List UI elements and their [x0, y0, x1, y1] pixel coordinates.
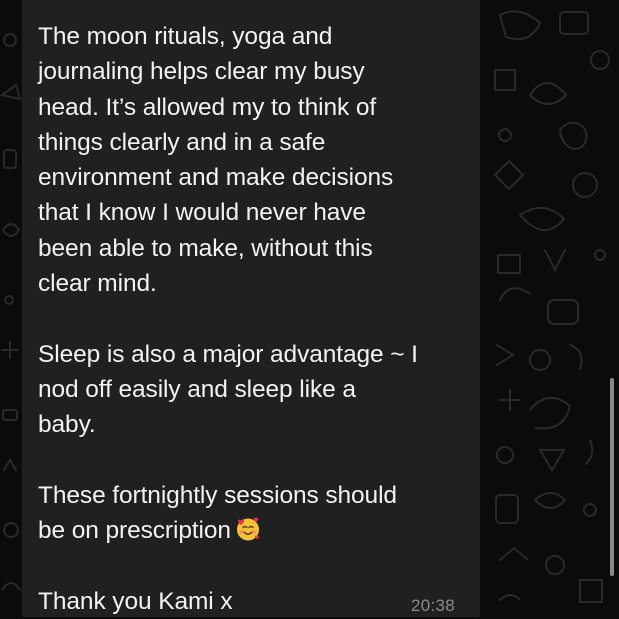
- message-paragraph: Thank you Kami x: [38, 587, 233, 615]
- message-text: The moon rituals, yoga and journaling he…: [38, 19, 468, 619]
- message-timestamp: 20:38: [411, 596, 456, 615]
- smiling-face-with-hearts-icon: [236, 517, 259, 541]
- scrollbar[interactable]: [610, 378, 614, 576]
- message-paragraph: The moon rituals, yoga and journaling he…: [38, 23, 394, 298]
- message-paragraph-text: These fortnightly sessions should be on …: [38, 481, 397, 545]
- message-paragraph-with-emoji: These fortnightly sessions should be on …: [38, 478, 468, 549]
- message-paragraph: Sleep is also a major advantage ~ I nod …: [38, 340, 418, 439]
